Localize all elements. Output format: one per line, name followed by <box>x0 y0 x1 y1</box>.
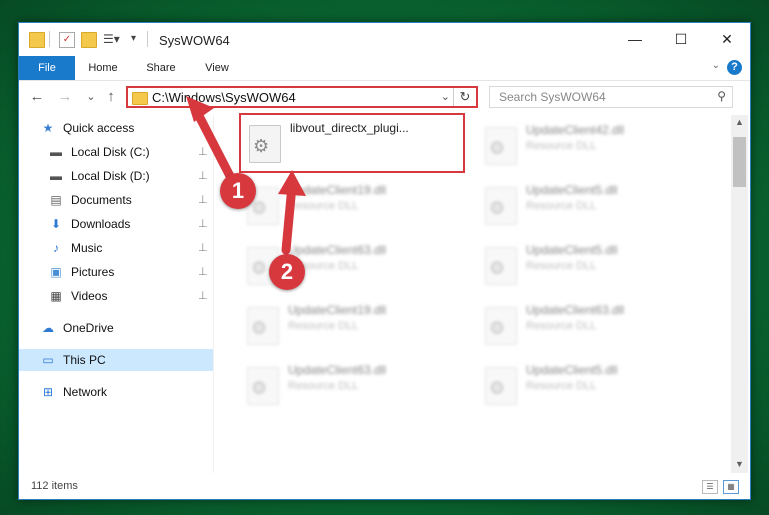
step-2-badge: 2 <box>269 254 305 290</box>
arrow-1-shaft <box>191 105 237 185</box>
arrow-2-head <box>278 170 306 196</box>
annotation-arrows <box>186 96 306 255</box>
step-1-badge: 1 <box>220 173 256 209</box>
arrow-2-shaft <box>281 181 297 255</box>
